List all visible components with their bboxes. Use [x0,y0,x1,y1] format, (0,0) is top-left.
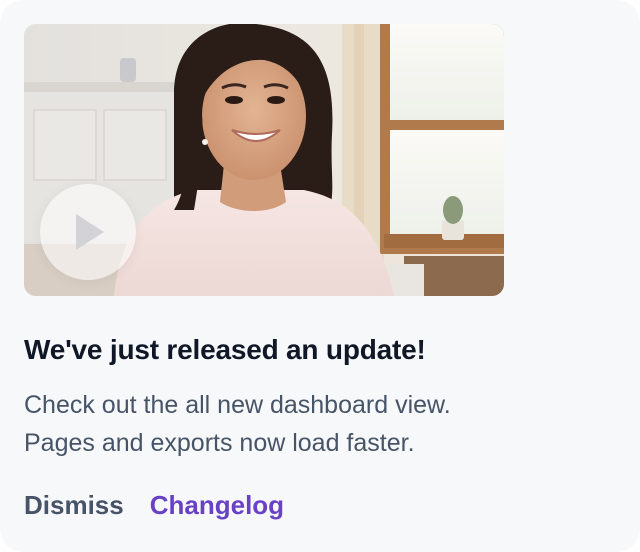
update-notification-card: We've just released an update! Check out… [0,0,640,552]
play-icon [76,214,104,250]
dismiss-button[interactable]: Dismiss [24,490,124,521]
description-line-1: Check out the all new dashboard view. [24,391,451,419]
description-line-2: Pages and exports now load faster. [24,429,415,457]
notification-actions: Dismiss Changelog [24,490,284,521]
changelog-button[interactable]: Changelog [150,490,284,521]
notification-title: We've just released an update! [24,334,426,365]
notification-description: Check out the all new dashboard view. Pa… [24,386,451,462]
play-button[interactable] [40,184,136,280]
video-thumbnail[interactable] [24,24,504,296]
